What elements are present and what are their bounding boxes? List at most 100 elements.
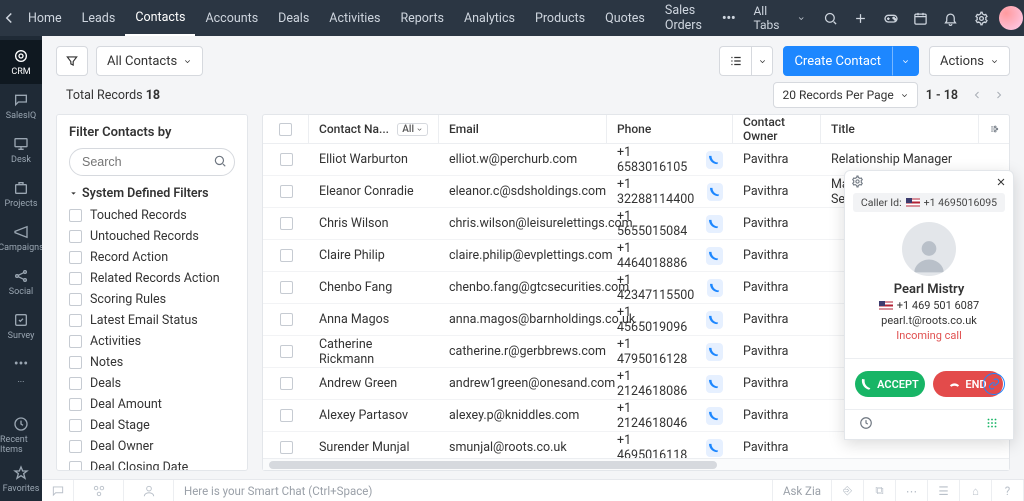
filter-icon-button[interactable] (56, 46, 88, 76)
phone-icon[interactable] (706, 311, 723, 329)
rail-salesiq[interactable]: SalesIQ (0, 84, 42, 128)
phone-icon[interactable] (706, 375, 723, 393)
next-page-icon[interactable] (988, 84, 1010, 106)
name-filter-all[interactable]: All (397, 123, 428, 136)
filter-deal-stage[interactable]: Deal Stage (69, 415, 235, 436)
phone-icon[interactable] (706, 215, 723, 233)
sb-icon-5[interactable]: ⌂ (960, 480, 992, 501)
channels-icon[interactable] (74, 480, 124, 501)
phone-icon[interactable] (706, 247, 723, 265)
filter-deal-owner[interactable]: Deal Owner (69, 436, 235, 457)
smart-chat-input[interactable]: Here is your Smart Chat (Ctrl+Space) (174, 480, 773, 501)
calendar-icon[interactable] (908, 4, 934, 32)
nav-tab-sales-orders[interactable]: Sales Orders (655, 0, 712, 36)
list-layout-dropdown[interactable] (751, 46, 773, 76)
col-name[interactable]: Contact Na... All (309, 115, 439, 143)
nav-tab-leads[interactable]: Leads (72, 0, 126, 36)
call-settings-icon[interactable] (851, 175, 864, 191)
clock-icon[interactable] (859, 416, 873, 433)
prev-page-icon[interactable] (966, 84, 988, 106)
link-icon[interactable] (983, 373, 1005, 395)
create-contact-button[interactable]: Create Contact (783, 46, 892, 76)
phone-icon[interactable] (707, 183, 723, 201)
nav-tab-activities[interactable]: Activities (319, 0, 390, 36)
create-contact-dropdown[interactable] (892, 46, 919, 76)
rail-campaigns[interactable]: Campaigns (0, 216, 42, 260)
phone-icon[interactable] (706, 439, 723, 457)
rail-survey[interactable]: Survey (0, 304, 42, 348)
nav-more[interactable]: ••• (712, 0, 745, 36)
col-owner[interactable]: Contact Owner (733, 115, 821, 143)
row-checkbox[interactable] (263, 432, 309, 458)
row-checkbox[interactable] (263, 240, 309, 271)
gamepad-icon[interactable] (878, 4, 904, 32)
filter-notes[interactable]: Notes (69, 352, 235, 373)
filter-deals[interactable]: Deals (69, 373, 235, 394)
rail-...[interactable]: •••... (0, 348, 42, 392)
row-checkbox[interactable] (263, 208, 309, 239)
rail-favorites[interactable]: Favorites (0, 457, 42, 501)
nav-tab-products[interactable]: Products (525, 0, 595, 36)
sb-icon-3[interactable]: ⋯ (896, 480, 928, 501)
filter-activities[interactable]: Activities (69, 331, 235, 352)
nav-tab-contacts[interactable]: Contacts (125, 0, 195, 36)
row-checkbox[interactable] (263, 176, 309, 207)
records-per-page-dropdown[interactable]: 20 Records Per Page (773, 82, 917, 108)
phone-icon[interactable] (706, 151, 723, 169)
contacts-icon[interactable] (124, 480, 174, 501)
profile-avatar[interactable] (998, 4, 1024, 32)
filter-record-action[interactable]: Record Action (69, 247, 235, 268)
phone-icon[interactable] (706, 407, 723, 425)
column-settings-icon[interactable] (979, 115, 1009, 143)
filter-scoring-rules[interactable]: Scoring Rules (69, 289, 235, 310)
nav-tab-accounts[interactable]: Accounts (195, 0, 268, 36)
filter-deal-amount[interactable]: Deal Amount (69, 394, 235, 415)
dialpad-icon[interactable] (985, 416, 999, 433)
rail-projects[interactable]: Projects (0, 172, 42, 216)
row-checkbox[interactable] (263, 304, 309, 335)
phone-icon[interactable] (707, 279, 723, 297)
close-icon[interactable] (995, 176, 1007, 191)
bell-icon[interactable] (938, 4, 964, 32)
filter-untouched-records[interactable]: Untouched Records (69, 226, 235, 247)
filter-section-header[interactable]: System Defined Filters (69, 186, 235, 201)
sb-icon-2[interactable]: ⧉ (864, 480, 896, 501)
view-selector[interactable]: All Contacts (96, 46, 203, 76)
col-title[interactable]: Title (821, 115, 979, 143)
phone-icon[interactable] (706, 343, 723, 361)
rail-desk[interactable]: Desk (0, 128, 42, 172)
filter-latest-email-status[interactable]: Latest Email Status (69, 310, 235, 331)
list-layout-button[interactable] (719, 46, 751, 76)
actions-dropdown[interactable]: Actions (929, 46, 1010, 76)
sb-icon-6[interactable]: ? (992, 480, 1024, 501)
row-checkbox[interactable] (263, 400, 309, 431)
filter-related-records-action[interactable]: Related Records Action (69, 268, 235, 289)
sb-icon-1[interactable]: ⎆ (832, 480, 864, 501)
col-email[interactable]: Email (439, 115, 607, 143)
nav-tab-reports[interactable]: Reports (390, 0, 454, 36)
nav-tab-deals[interactable]: Deals (268, 0, 319, 36)
col-phone[interactable]: Phone (607, 115, 733, 143)
filter-search-input[interactable] (69, 148, 235, 176)
search-icon[interactable] (817, 4, 843, 32)
select-all-checkbox[interactable] (263, 115, 309, 143)
all-tabs-dropdown[interactable]: All Tabs (745, 4, 813, 32)
accept-call-button[interactable]: ACCEPT (855, 371, 925, 397)
rail-recent-items[interactable]: Recent Items (0, 413, 42, 457)
rail-crm[interactable]: CRM (0, 40, 42, 84)
plus-icon[interactable] (847, 4, 873, 32)
horizontal-scrollbar[interactable] (263, 458, 1009, 470)
filter-touched-records[interactable]: Touched Records (69, 205, 235, 226)
row-checkbox[interactable] (263, 368, 309, 399)
sb-icon-4[interactable]: ☰ (928, 480, 960, 501)
row-checkbox[interactable] (263, 272, 309, 303)
filter-deal-closing-date[interactable]: Deal Closing Date (69, 457, 235, 471)
row-checkbox[interactable] (263, 336, 309, 367)
row-checkbox[interactable] (263, 144, 309, 175)
nav-tab-home[interactable]: Home (18, 0, 72, 36)
ask-zia[interactable]: Ask Zia (773, 480, 832, 501)
back-icon[interactable] (0, 0, 18, 36)
nav-tab-analytics[interactable]: Analytics (454, 0, 525, 36)
rail-social[interactable]: Social (0, 260, 42, 304)
gear-icon[interactable] (968, 4, 994, 32)
